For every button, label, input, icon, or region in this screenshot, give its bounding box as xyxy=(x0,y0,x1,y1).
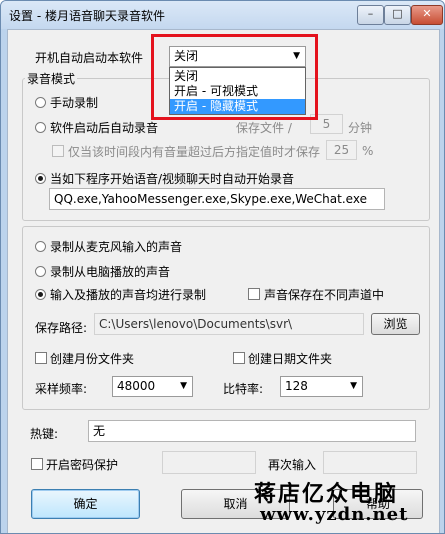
settings-window: 设置 - 楼月语音聊天录音软件 – □ ✕ 开机自动启动本软件 关闭 ▼ 录音模… xyxy=(0,0,445,534)
auto-after-start-radio[interactable] xyxy=(35,122,46,133)
chevron-down-icon: ▼ xyxy=(293,51,300,61)
minutes-label: 分钟 xyxy=(348,121,373,135)
password-repeat-input[interactable] xyxy=(323,451,417,474)
save-path-label: 保存路径: xyxy=(35,321,88,335)
both-source-label: 输入及播放的声音均进行录制 xyxy=(50,288,207,302)
percent-label: % xyxy=(362,144,374,158)
manual-record-radio[interactable] xyxy=(35,97,46,108)
ok-button[interactable]: 确定 xyxy=(31,489,140,519)
program-list-input[interactable]: QQ.exe,YahooMessenger.exe,Skype.exe,WeCh… xyxy=(49,188,385,210)
both-source-radio[interactable] xyxy=(35,289,46,300)
separate-channels-label: 声音保存在不同声道中 xyxy=(264,288,385,302)
settings-panel: 开机自动启动本软件 关闭 ▼ 录音模式 手动录制 软件启动后自动录音 保存文件 … xyxy=(7,29,440,533)
autostart-selected-value: 关闭 xyxy=(174,49,199,63)
close-button[interactable]: ✕ xyxy=(411,5,443,25)
daily-folder-checkbox[interactable] xyxy=(233,352,245,364)
sample-rate-select[interactable]: 48000 ▼ xyxy=(112,376,193,397)
chevron-down-icon: ▼ xyxy=(180,381,187,391)
manual-record-label: 手动录制 xyxy=(50,96,99,110)
sample-rate-value: 48000 xyxy=(117,379,156,393)
save-path-input[interactable]: C:\Users\lenovo\Documents\svr\ xyxy=(94,313,364,335)
bitrate-label: 比特率: xyxy=(223,382,264,396)
maximize-button[interactable]: □ xyxy=(384,5,411,25)
only-save-above-threshold-label: 仅当该时间段内有音量超过后方指定值时才保存 xyxy=(68,145,321,159)
speaker-source-label: 录制从电脑播放的声音 xyxy=(50,265,171,279)
title-bar: 设置 - 楼月语音聊天录音软件 – □ ✕ xyxy=(1,1,444,29)
speaker-source-radio[interactable] xyxy=(35,266,46,277)
autostart-label: 开机自动启动本软件 xyxy=(35,51,144,65)
on-program-chat-radio[interactable] xyxy=(35,173,46,184)
hotkey-label: 热键: xyxy=(30,427,59,441)
record-mode-title: 录音模式 xyxy=(25,70,78,87)
mic-source-radio[interactable] xyxy=(35,241,46,252)
browse-button[interactable]: 浏览 xyxy=(371,313,420,335)
password-input[interactable] xyxy=(162,451,256,474)
minimize-button[interactable]: – xyxy=(357,5,384,25)
autostart-option-off[interactable]: 关闭 xyxy=(170,69,305,84)
volume-threshold-input[interactable]: 25 xyxy=(326,140,357,160)
save-file-every-label: 保存文件 / xyxy=(236,121,292,135)
bitrate-select[interactable]: 128 ▼ xyxy=(280,376,363,397)
password-protect-checkbox[interactable] xyxy=(31,458,43,470)
hotkey-input[interactable]: 无 xyxy=(88,420,416,442)
chevron-down-icon: ▼ xyxy=(350,381,357,391)
save-interval-input[interactable]: 5 xyxy=(310,114,343,134)
mic-source-label: 录制从麦克风输入的声音 xyxy=(50,240,183,254)
bitrate-value: 128 xyxy=(285,379,308,393)
sample-rate-label: 采样频率: xyxy=(35,382,88,396)
on-program-chat-label: 当如下程序开始语音/视频聊天时自动开始录音 xyxy=(50,172,295,186)
autostart-dropdown-list: 关闭 开启 - 可视模式 开启 - 隐藏模式 xyxy=(169,67,306,115)
separate-channels-checkbox[interactable] xyxy=(248,288,260,300)
autostart-option-visible[interactable]: 开启 - 可视模式 xyxy=(170,84,305,99)
autostart-select[interactable]: 关闭 ▼ xyxy=(169,46,306,67)
monthly-folder-checkbox[interactable] xyxy=(35,352,47,364)
password-protect-label: 开启密码保护 xyxy=(46,458,119,472)
window-title: 设置 - 楼月语音聊天录音软件 xyxy=(9,9,165,23)
daily-folder-label: 创建日期文件夹 xyxy=(248,352,333,366)
autostart-option-hidden[interactable]: 开启 - 隐藏模式 xyxy=(170,99,305,114)
watermark-url: www.yzdn.net xyxy=(260,504,409,525)
auto-after-start-label: 软件启动后自动录音 xyxy=(50,121,159,135)
only-save-above-threshold-checkbox[interactable] xyxy=(52,145,64,157)
password-repeat-label: 再次输入 xyxy=(268,458,317,472)
monthly-folder-label: 创建月份文件夹 xyxy=(50,352,135,366)
